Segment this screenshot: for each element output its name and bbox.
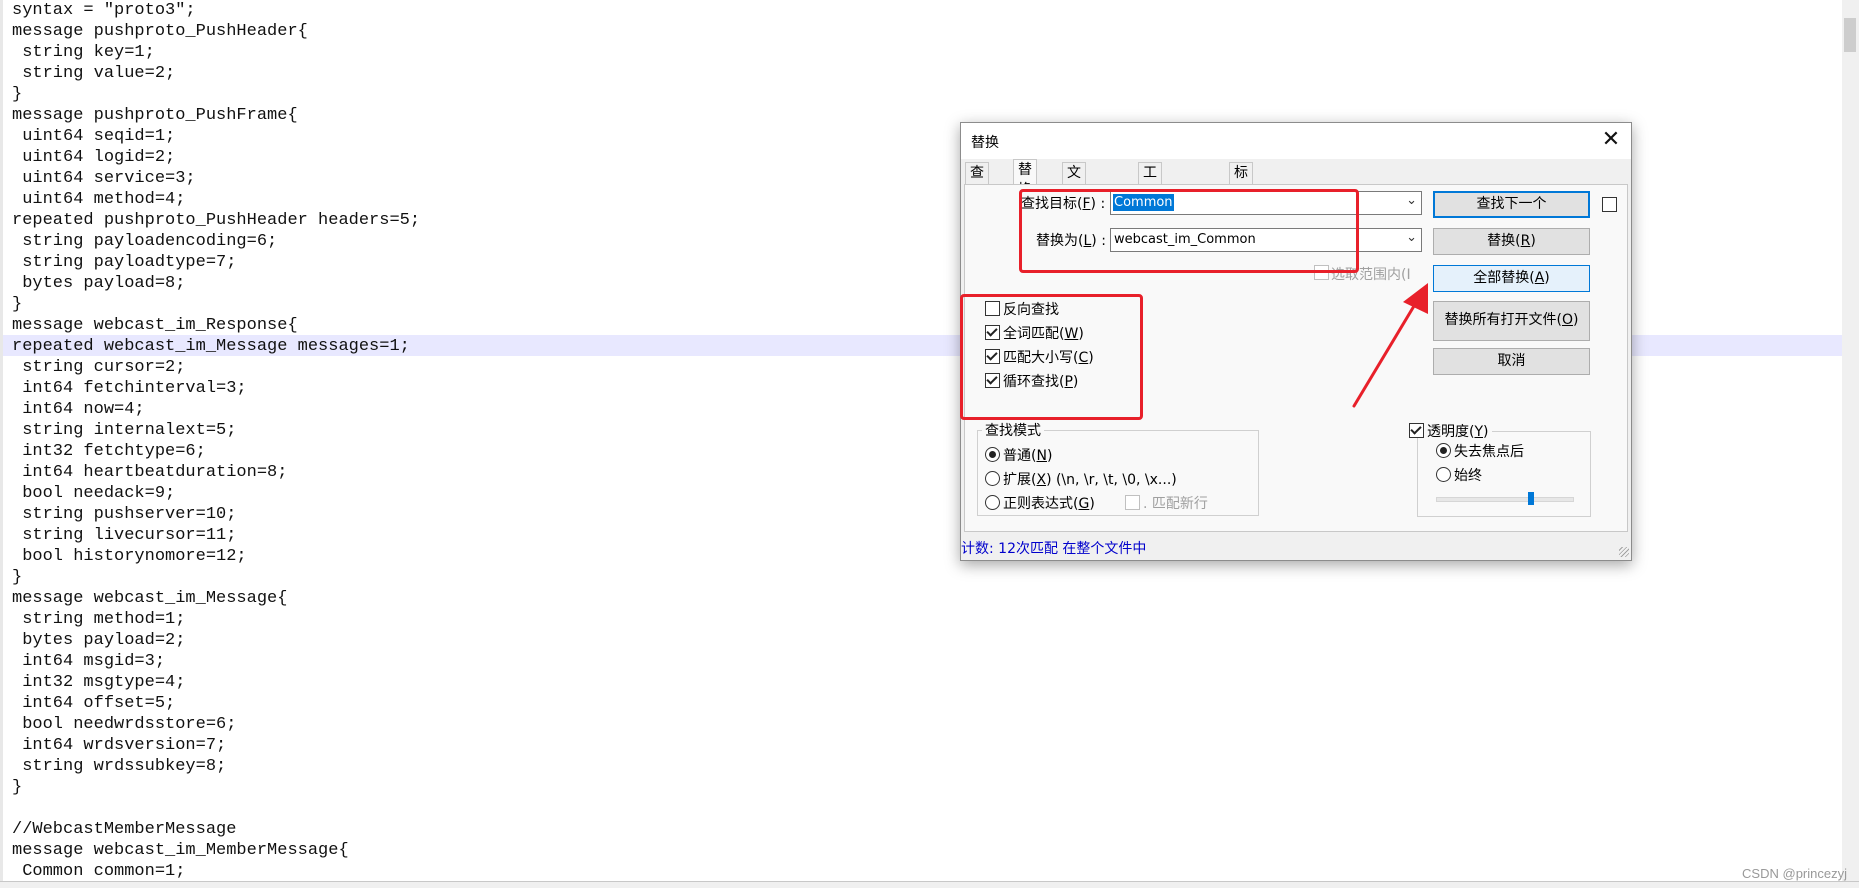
mode-regex-radio[interactable] — [985, 495, 1000, 510]
code-line[interactable]: string payloadtype=7; — [12, 252, 236, 273]
replace-button[interactable]: 替换(R) — [1433, 228, 1590, 255]
code-line[interactable]: string cursor=2; — [12, 357, 185, 378]
mode-normal-label: 普通(N) — [1003, 448, 1053, 464]
transparency-slider-track[interactable] — [1436, 497, 1574, 502]
code-line[interactable]: int64 fetchinterval=3; — [12, 378, 246, 399]
code-line[interactable]: repeated pushproto_PushHeader headers=5; — [12, 210, 420, 231]
code-line[interactable]: uint64 method=4; — [12, 189, 185, 210]
chevron-down-icon[interactable]: ⌄ — [1406, 230, 1417, 245]
code-line[interactable]: int64 msgid=3; — [12, 651, 165, 672]
editor-gutter — [0, 0, 3, 881]
code-line[interactable]: int64 wrdsversion=7; — [12, 735, 226, 756]
chevron-down-icon[interactable]: ⌄ — [1406, 193, 1417, 208]
code-line[interactable]: repeated webcast_im_Message messages=1; — [12, 336, 410, 357]
code-line[interactable]: bytes payload=2; — [12, 630, 185, 651]
extra-toggle-checkbox[interactable] — [1602, 197, 1617, 212]
code-line[interactable]: message webcast_im_Message{ — [12, 588, 287, 609]
dialog-statusbar: 计数: 12次匹配 在整个文件中 — [961, 533, 1631, 559]
scrollbar-thumb[interactable] — [1844, 18, 1856, 52]
code-line[interactable]: string wrdssubkey=8; — [12, 756, 226, 777]
code-line[interactable]: int32 msgtype=4; — [12, 672, 185, 693]
code-line[interactable]: string key=1; — [12, 42, 155, 63]
code-line[interactable]: } — [12, 777, 22, 798]
code-line[interactable]: syntax = "proto3"; — [12, 0, 196, 21]
find-next-button[interactable]: 查找下一个 — [1433, 191, 1590, 218]
code-line[interactable]: string payloadencoding=6; — [12, 231, 277, 252]
transparency-always-label: 始终 — [1454, 468, 1482, 484]
code-line[interactable]: string value=2; — [12, 63, 175, 84]
code-line[interactable]: message webcast_im_Response{ — [12, 315, 298, 336]
annotation-box-options — [960, 294, 1143, 420]
code-line[interactable]: string internalext=5; — [12, 420, 236, 441]
code-line[interactable]: uint64 service=3; — [12, 168, 195, 189]
transparency-checkbox[interactable] — [1409, 423, 1424, 438]
replace-all-button[interactable]: 全部替换(A) — [1433, 265, 1590, 292]
code-line[interactable]: message pushproto_PushHeader{ — [12, 21, 308, 42]
scroll-up-arrow-icon[interactable] — [1842, 0, 1859, 17]
mode-extended-label: 扩展(X) (\n, \r, \t, \0, \x...) — [1003, 472, 1177, 488]
code-line[interactable]: string pushserver=10; — [12, 504, 236, 525]
tab-find-in-project[interactable]: 工程中查找 — [1138, 162, 1162, 261]
code-line[interactable]: bool needwrdsstore=6; — [12, 714, 236, 735]
code-line[interactable]: } — [12, 567, 22, 588]
transparency-lose-focus-label: 失去焦点后 — [1454, 444, 1524, 460]
dot-matches-newline-checkbox[interactable] — [1125, 495, 1140, 510]
watermark: CSDN @princezyj — [1742, 866, 1847, 881]
mode-extended-radio[interactable] — [985, 471, 1000, 486]
code-line[interactable]: string method=1; — [12, 609, 185, 630]
code-line[interactable]: int32 fetchtype=6; — [12, 441, 206, 462]
code-line[interactable]: message pushproto_PushFrame{ — [12, 105, 298, 126]
code-line[interactable]: string livecursor=11; — [12, 525, 236, 546]
close-icon[interactable]: ✕ — [1595, 125, 1627, 157]
transparency-title: 透明度(Y) — [1424, 421, 1492, 441]
dialog-title: 替换 — [971, 135, 999, 151]
vertical-scrollbar[interactable] — [1842, 0, 1859, 881]
transparency-always-radio[interactable] — [1436, 467, 1451, 482]
cancel-button[interactable]: 取消 — [1433, 348, 1590, 375]
annotation-box-inputs — [1019, 189, 1359, 273]
tab-find-in-files[interactable]: 文件查找 — [1062, 162, 1086, 241]
dot-matches-newline-label: . 匹配新行 — [1143, 496, 1208, 512]
transparency-lose-focus-radio[interactable] — [1436, 443, 1451, 458]
code-line[interactable]: int64 heartbeatduration=8; — [12, 462, 287, 483]
code-line[interactable]: int64 now=4; — [12, 399, 144, 420]
code-line[interactable]: bool historynomore=12; — [12, 546, 246, 567]
code-line[interactable]: uint64 seqid=1; — [12, 126, 175, 147]
code-line[interactable]: uint64 logid=2; — [12, 147, 175, 168]
code-line[interactable]: int64 offset=5; — [12, 693, 175, 714]
code-line[interactable]: bool needack=9; — [12, 483, 175, 504]
search-mode-title: 查找模式 — [982, 420, 1044, 440]
transparency-slider-thumb[interactable] — [1528, 492, 1534, 505]
code-line[interactable]: //WebcastMemberMessage — [12, 819, 236, 840]
code-line[interactable]: Common common=1; — [12, 861, 185, 881]
match-count-status: 计数: 12次匹配 在整个文件中 — [961, 541, 1147, 557]
tab-find[interactable]: 查找 — [965, 162, 989, 201]
annotation-arrow-icon — [1352, 283, 1428, 408]
mode-normal-radio[interactable] — [985, 447, 1000, 462]
mode-regex-label: 正则表达式(G) — [1003, 496, 1095, 512]
replace-all-open-files-button[interactable]: 替换所有打开文件(O) — [1433, 301, 1590, 341]
code-line[interactable]: } — [12, 294, 22, 315]
code-line[interactable]: bytes payload=8; — [12, 273, 185, 294]
tab-mark[interactable]: 标记 — [1229, 162, 1253, 201]
tab-replace[interactable]: 替换 — [1013, 159, 1037, 198]
code-line[interactable]: } — [12, 84, 22, 105]
resize-grip-icon[interactable] — [1619, 547, 1629, 557]
code-line[interactable]: message webcast_im_MemberMessage{ — [12, 840, 349, 861]
dialog-titlebar[interactable]: 替换 ✕ — [961, 123, 1631, 159]
